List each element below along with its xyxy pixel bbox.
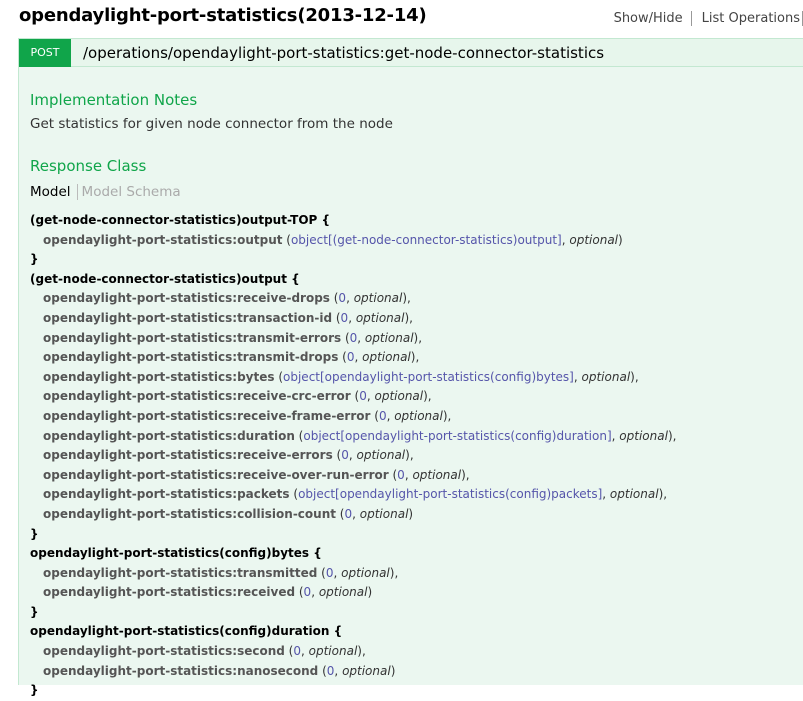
model-property: opendaylight-port-statistics:packets (ob… bbox=[43, 487, 668, 502]
property-optional: optional bbox=[394, 408, 443, 423]
model-property: opendaylight-port-statistics:receive-ove… bbox=[43, 467, 470, 482]
property-name: opendaylight-port-statistics:receive-fra… bbox=[43, 408, 371, 423]
model-property: opendaylight-port-statistics:receive-err… bbox=[43, 448, 414, 463]
implementation-notes-heading: Implementation Notes bbox=[30, 91, 198, 109]
model-signature: (get-node-connector-statistics)output-TO… bbox=[30, 211, 800, 701]
property-optional: optional bbox=[609, 487, 659, 502]
property-name: opendaylight-port-statistics:duration bbox=[43, 428, 295, 443]
property-optional: optional bbox=[364, 330, 414, 345]
operation-heading[interactable]: POST /operations/opendaylight-port-stati… bbox=[18, 38, 803, 67]
property-type: 0 bbox=[341, 448, 349, 463]
property-name: opendaylight-port-statistics:output bbox=[43, 232, 283, 247]
property-name: opendaylight-port-statistics:bytes bbox=[43, 369, 275, 384]
model-open: (get-node-connector-statistics)output-TO… bbox=[30, 213, 331, 227]
property-type: 0 bbox=[397, 467, 405, 482]
property-type: 0 bbox=[293, 644, 301, 659]
property-optional: optional bbox=[374, 389, 424, 404]
show-hide-link[interactable]: Show/Hide bbox=[604, 11, 692, 26]
property-optional: optional bbox=[581, 369, 631, 384]
model-open: (get-node-connector-statistics)output { bbox=[30, 271, 300, 286]
model-property: opendaylight-port-statistics:output (obj… bbox=[43, 232, 623, 247]
implementation-notes-text: Get statistics for given node connector … bbox=[30, 116, 393, 132]
property-name: opendaylight-port-statistics:transaction… bbox=[43, 310, 333, 325]
property-type[interactable]: object[opendaylight-port-statistics(conf… bbox=[298, 487, 602, 501]
http-method-badge[interactable]: POST bbox=[19, 39, 71, 67]
property-name: opendaylight-port-statistics:receive-crc… bbox=[43, 389, 351, 404]
property-name: opendaylight-port-statistics:receive-ove… bbox=[43, 467, 389, 482]
property-optional: optional bbox=[619, 428, 668, 443]
model-close: } bbox=[30, 683, 39, 698]
property-type[interactable]: object[opendaylight-port-statistics(conf… bbox=[303, 429, 611, 443]
model-property: opendaylight-port-statistics:nanosecond … bbox=[43, 663, 396, 678]
model-property: opendaylight-port-statistics:bytes (obje… bbox=[43, 369, 639, 384]
property-optional: optional bbox=[318, 585, 368, 600]
operation-content: Implementation Notes Get statistics for … bbox=[18, 67, 803, 697]
model-property: opendaylight-port-statistics:second (0, … bbox=[43, 644, 366, 659]
property-optional: optional bbox=[341, 565, 390, 580]
list-operations-link[interactable]: List Operations bbox=[692, 11, 803, 26]
operation-path[interactable]: /operations/opendaylight-port-statistics… bbox=[83, 44, 604, 62]
model-property: opendaylight-port-statistics:duration (o… bbox=[43, 428, 677, 443]
property-optional: optional bbox=[353, 291, 403, 306]
property-type: 0 bbox=[338, 291, 347, 306]
property-optional: optional bbox=[362, 350, 411, 365]
model-close: } bbox=[30, 526, 39, 541]
property-type: 0 bbox=[378, 408, 387, 423]
property-type: 0 bbox=[344, 506, 353, 521]
property-type[interactable]: object[opendaylight-port-statistics(conf… bbox=[283, 370, 574, 384]
model-open: opendaylight-port-statistics(config)byte… bbox=[30, 546, 322, 561]
model-property: opendaylight-port-statistics:receive-dro… bbox=[43, 291, 411, 306]
resource-header: opendaylight-port-statistics(2013-12-14)… bbox=[0, 0, 803, 38]
property-optional: optional bbox=[569, 232, 619, 247]
property-name: opendaylight-port-statistics:packets bbox=[43, 487, 290, 502]
property-optional: optional bbox=[355, 310, 405, 325]
model-property: opendaylight-port-statistics:transmit-dr… bbox=[43, 350, 420, 365]
property-name: opendaylight-port-statistics:receive-dro… bbox=[43, 291, 330, 306]
property-optional: optional bbox=[356, 448, 406, 463]
tab-model[interactable]: Model bbox=[30, 184, 78, 200]
model-property: opendaylight-port-statistics:receive-crc… bbox=[43, 389, 432, 404]
response-class-heading: Response Class bbox=[30, 157, 147, 175]
property-optional: optional bbox=[342, 663, 391, 678]
property-name: opendaylight-port-statistics:nanosecond bbox=[43, 663, 319, 678]
model-property: opendaylight-port-statistics:collision-c… bbox=[43, 506, 414, 521]
model-close: } bbox=[30, 252, 39, 267]
model-property: opendaylight-port-statistics:transmit-er… bbox=[43, 330, 423, 345]
model-tabs: Model Model Schema bbox=[30, 184, 181, 200]
property-name: opendaylight-port-statistics:transmit-er… bbox=[43, 330, 342, 345]
property-type[interactable]: object[(get-node-connector-statistics)ou… bbox=[291, 233, 562, 247]
property-optional: optional bbox=[412, 467, 462, 482]
property-name: opendaylight-port-statistics:collision-c… bbox=[43, 506, 336, 521]
property-optional: optional bbox=[308, 644, 358, 659]
model-property: opendaylight-port-statistics:receive-fra… bbox=[43, 408, 452, 423]
header-links: Show/Hide List Operations bbox=[604, 11, 803, 26]
model-property: opendaylight-port-statistics:received (0… bbox=[43, 585, 373, 600]
model-property: opendaylight-port-statistics:transmitted… bbox=[43, 565, 399, 580]
property-name: opendaylight-port-statistics:transmit-dr… bbox=[43, 350, 339, 365]
resource-title[interactable]: opendaylight-port-statistics(2013-12-14) bbox=[19, 5, 427, 26]
property-name: opendaylight-port-statistics:transmitted bbox=[43, 565, 318, 580]
property-name: opendaylight-port-statistics:receive-err… bbox=[43, 448, 333, 463]
model-property: opendaylight-port-statistics:transaction… bbox=[43, 310, 413, 325]
property-type: 0 bbox=[359, 389, 367, 404]
tab-model-schema[interactable]: Model Schema bbox=[78, 184, 181, 200]
model-open: opendaylight-port-statistics(config)dura… bbox=[30, 624, 343, 639]
property-name: opendaylight-port-statistics:received bbox=[43, 585, 296, 600]
property-optional: optional bbox=[359, 506, 409, 521]
property-name: opendaylight-port-statistics:second bbox=[43, 644, 285, 659]
model-close: } bbox=[30, 604, 39, 619]
